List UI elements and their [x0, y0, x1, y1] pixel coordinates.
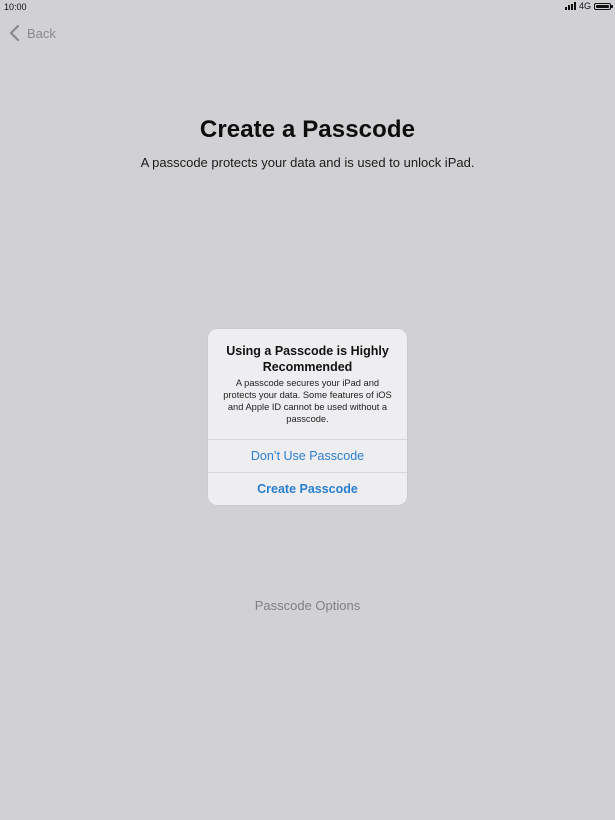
status-indicators: 4G [564, 1, 613, 11]
alert-body: Using a Passcode is Highly Recommended A… [208, 329, 407, 439]
signal-bars-icon [564, 2, 576, 10]
back-label: Back [27, 25, 56, 41]
alert-title: Using a Passcode is Highly Recommended [226, 344, 389, 374]
alert-message: A passcode secures your iPad and protect… [223, 378, 392, 424]
chevron-left-icon [9, 24, 20, 42]
dont-use-passcode-button[interactable]: Don’t Use Passcode [208, 439, 407, 472]
passcode-options-link[interactable]: Passcode Options [0, 598, 615, 613]
passcode-alert-dialog: Using a Passcode is Highly Recommended A… [208, 329, 407, 505]
back-button[interactable]: Back [8, 24, 56, 42]
status-time: 10:00 [4, 2, 27, 12]
status-bar: 10:00 4G [0, 0, 615, 14]
battery-icon [594, 2, 613, 10]
page-title: Create a Passcode [199, 116, 416, 143]
page-subtitle: A passcode protects your data and is use… [140, 155, 475, 170]
create-passcode-button[interactable]: Create Passcode [208, 472, 407, 505]
network-type: 4G [578, 1, 591, 11]
